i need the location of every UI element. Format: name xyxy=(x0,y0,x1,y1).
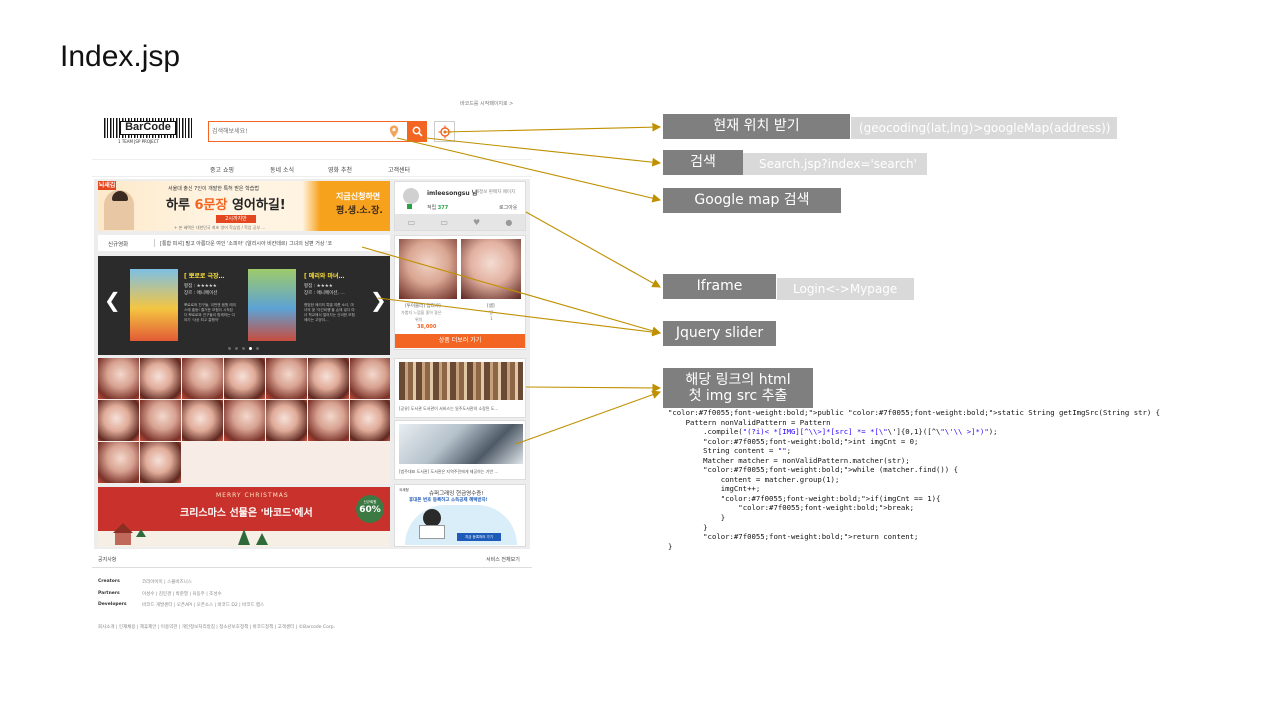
code-line: content = matcher.group(1); xyxy=(668,474,840,484)
arrow-img-2 xyxy=(515,390,662,445)
arrow-jquery-1 xyxy=(361,246,662,336)
callout-img-line2: 첫 img src 추출 xyxy=(688,388,788,404)
code-line: "color:#7f0055;font-weight:bold;">return… xyxy=(703,532,919,542)
code-line: "color:#7f0055;font-weight:bold;">public… xyxy=(668,408,1161,417)
callout-jquery-slider: Jquery slider xyxy=(663,321,776,346)
callout-img-src: 해당 링크의 html 첫 img src 추출 xyxy=(663,368,813,408)
code-line: "color:#7f0055;font-weight:bold;">while … xyxy=(703,465,958,475)
code-line: } xyxy=(668,522,708,532)
callout-img-line1: 해당 링크의 html xyxy=(685,371,791,388)
code-line: imgCnt++; xyxy=(668,484,761,494)
arrow-img-1 xyxy=(525,383,662,393)
callout-iframe: Iframe xyxy=(663,274,776,299)
code-line: } xyxy=(668,513,726,523)
code-line: "color:#7f0055;font-weight:bold;">break; xyxy=(738,503,915,513)
callout-location-detail: (geocoding(lat,lng)>googleMap(address)) xyxy=(851,117,1117,139)
annotation-arrows xyxy=(361,122,662,445)
code-line: String content = ""; xyxy=(668,446,792,456)
callout-location: 현재 위치 받기 xyxy=(663,114,850,139)
callout-search-detail: Search.jsp?index='search' xyxy=(743,153,927,175)
callout-search: 검색 xyxy=(663,150,743,175)
code-line: Matcher matcher = nonValidPattern.matche… xyxy=(668,455,910,465)
callout-iframe-detail: Login<->Mypage xyxy=(777,278,914,300)
arrow-gmap xyxy=(396,137,662,203)
code-line: } xyxy=(668,541,673,551)
java-code-block: "color:#7f0055;font-weight:bold;">public… xyxy=(668,408,1160,551)
arrow-location xyxy=(443,122,662,133)
code-line: "color:#7f0055;font-weight:bold;">int im… xyxy=(703,436,919,446)
arrow-search xyxy=(425,137,662,167)
code-line: .compile("(?i)< *[IMG][^\\>]*[src] *= *[… xyxy=(668,427,998,437)
callout-google-map: Google map 검색 xyxy=(663,188,841,213)
code-line: "color:#7f0055;font-weight:bold;">if(img… xyxy=(720,493,941,503)
code-line: Pattern nonValidPattern = Pattern xyxy=(668,417,831,427)
arrow-iframe xyxy=(525,211,661,288)
arrow-jquery-2 xyxy=(377,297,662,337)
